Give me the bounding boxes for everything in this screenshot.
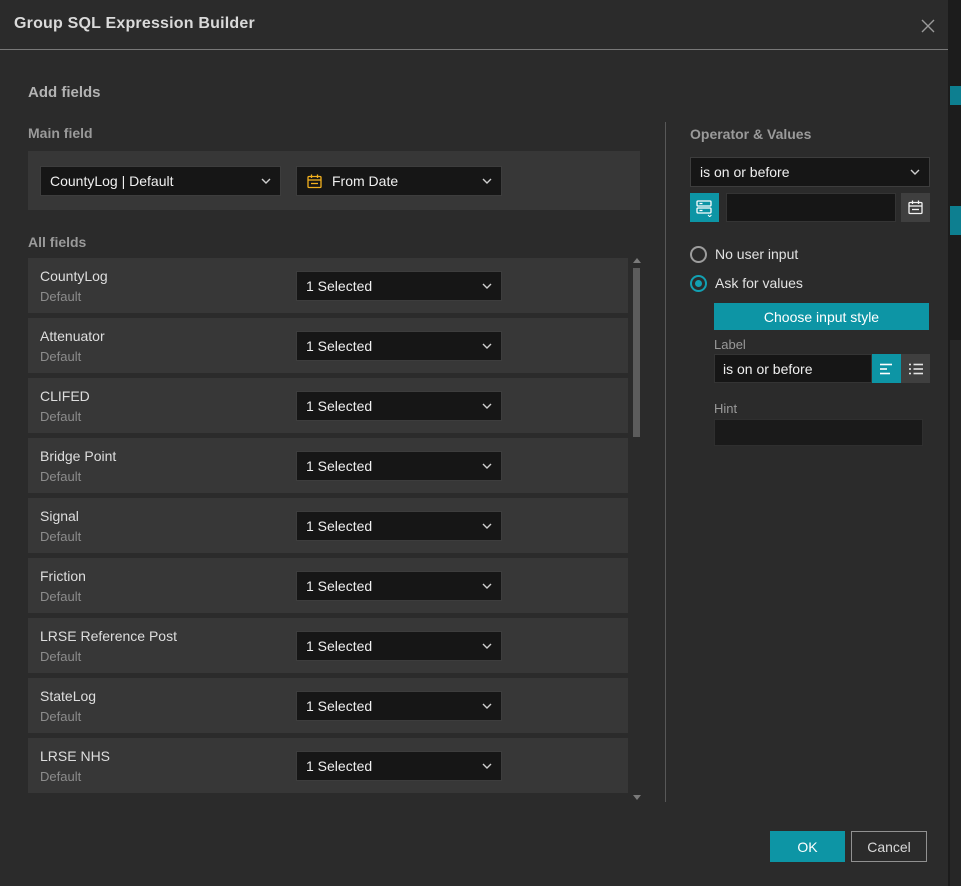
main-field-select-dropdown[interactable]: From Date xyxy=(296,166,502,196)
hint-caption: Hint xyxy=(714,401,737,416)
field-row-signal: Signal Default 1 Selected xyxy=(28,498,628,553)
list-icon xyxy=(908,362,924,376)
dialog-titlebar: Group SQL Expression Builder xyxy=(0,0,948,50)
label-caption: Label xyxy=(714,337,746,352)
group-sql-expression-builder-dialog: Group SQL Expression Builder Add fields … xyxy=(0,0,948,886)
operator-values-heading: Operator & Values xyxy=(690,126,811,142)
dialog-title: Group SQL Expression Builder xyxy=(14,15,255,33)
field-sublabel: Default xyxy=(40,769,81,784)
chevron-down-icon xyxy=(482,403,492,409)
field-sublabel: Default xyxy=(40,649,81,664)
chevron-down-icon xyxy=(482,283,492,289)
calendar-icon xyxy=(907,199,924,216)
radio-ask-for-values[interactable]: Ask for values xyxy=(690,274,803,292)
field-sublabel: Default xyxy=(40,589,81,604)
chevron-down-icon xyxy=(482,523,492,529)
field-row-attenuator: Attenuator Default 1 Selected xyxy=(28,318,628,373)
field-name: Friction xyxy=(40,568,86,584)
chevron-down-icon xyxy=(482,763,492,769)
radio-no-user-input-label: No user input xyxy=(715,246,798,262)
background-fragment xyxy=(950,340,961,886)
choose-input-style-button[interactable]: Choose input style xyxy=(714,303,929,330)
layer-select-dropdown[interactable]: CountyLog | Default xyxy=(40,166,281,196)
field-sublabel: Default xyxy=(40,409,81,424)
field-values-dropdown[interactable]: 1 Selected xyxy=(296,571,502,601)
main-field-select-value: From Date xyxy=(332,173,398,189)
field-name: CountyLog xyxy=(40,268,108,284)
field-values-dropdown[interactable]: 1 Selected xyxy=(296,451,502,481)
date-value-input[interactable] xyxy=(726,193,896,222)
scroll-up-arrow-icon[interactable] xyxy=(633,258,641,263)
radio-ask-for-values-label: Ask for values xyxy=(715,275,803,291)
cancel-button[interactable]: Cancel xyxy=(851,831,927,862)
all-fields-heading: All fields xyxy=(28,234,86,250)
main-field-heading: Main field xyxy=(28,125,93,141)
value-input-type-button[interactable] xyxy=(690,193,719,222)
field-row-friction: Friction Default 1 Selected xyxy=(28,558,628,613)
main-field-panel: CountyLog | Default From Date xyxy=(28,151,640,210)
field-sublabel: Default xyxy=(40,709,81,724)
calendar-icon xyxy=(306,173,323,190)
align-left-icon xyxy=(879,362,895,376)
scrollbar-thumb[interactable] xyxy=(633,268,640,437)
chevron-down-icon xyxy=(482,703,492,709)
chevron-down-icon xyxy=(261,178,271,184)
chevron-down-icon xyxy=(482,463,492,469)
layer-select-value: CountyLog | Default xyxy=(50,173,174,189)
input-style-list-button[interactable] xyxy=(901,354,930,383)
label-input[interactable] xyxy=(714,354,872,383)
radio-no-user-input[interactable]: No user input xyxy=(690,245,798,263)
scroll-down-arrow-icon[interactable] xyxy=(633,795,641,800)
field-row-clifed: CLIFED Default 1 Selected xyxy=(28,378,628,433)
field-values-dropdown[interactable]: 1 Selected xyxy=(296,331,502,361)
close-button[interactable] xyxy=(914,12,942,40)
field-name: Signal xyxy=(40,508,79,524)
chevron-down-icon xyxy=(482,583,492,589)
close-icon xyxy=(918,16,938,36)
field-name: StateLog xyxy=(40,688,96,704)
input-style-text-button[interactable] xyxy=(872,354,901,383)
radio-checked-icon xyxy=(690,275,707,292)
ok-button[interactable]: OK xyxy=(770,831,845,862)
operator-select-value: is on or before xyxy=(700,164,790,180)
input-type-stack-icon xyxy=(695,198,714,217)
field-row-statelog: StateLog Default 1 Selected xyxy=(28,678,628,733)
field-name: CLIFED xyxy=(40,388,90,404)
background-fragment xyxy=(950,86,961,105)
radio-unchecked-icon xyxy=(690,246,707,263)
field-name: LRSE Reference Post xyxy=(40,628,177,644)
field-values-dropdown[interactable]: 1 Selected xyxy=(296,751,502,781)
panel-divider xyxy=(665,122,666,802)
background-fragment xyxy=(950,206,961,235)
field-sublabel: Default xyxy=(40,349,81,364)
chevron-down-icon xyxy=(482,343,492,349)
field-values-dropdown[interactable]: 1 Selected xyxy=(296,691,502,721)
field-name: Bridge Point xyxy=(40,448,116,464)
add-fields-heading: Add fields xyxy=(28,84,101,101)
field-row-countylog: CountyLog Default 1 Selected xyxy=(28,258,628,313)
field-sublabel: Default xyxy=(40,289,81,304)
field-values-dropdown[interactable]: 1 Selected xyxy=(296,271,502,301)
background-app-strip xyxy=(948,0,961,886)
field-name: Attenuator xyxy=(40,328,105,344)
chevron-down-icon xyxy=(482,178,492,184)
operator-select-dropdown[interactable]: is on or before xyxy=(690,157,930,187)
field-row-lrse-reference-post: LRSE Reference Post Default 1 Selected xyxy=(28,618,628,673)
chevron-down-icon xyxy=(910,169,920,175)
field-row-bridge-point: Bridge Point Default 1 Selected xyxy=(28,438,628,493)
hint-input[interactable] xyxy=(714,419,923,446)
field-values-dropdown[interactable]: 1 Selected xyxy=(296,391,502,421)
field-name: LRSE NHS xyxy=(40,748,110,764)
chevron-down-icon xyxy=(482,643,492,649)
field-sublabel: Default xyxy=(40,529,81,544)
field-values-dropdown[interactable]: 1 Selected xyxy=(296,511,502,541)
field-row-lrse-nhs: LRSE NHS Default 1 Selected xyxy=(28,738,628,793)
list-scrollbar[interactable] xyxy=(632,256,641,802)
date-picker-button[interactable] xyxy=(901,193,930,222)
field-sublabel: Default xyxy=(40,469,81,484)
field-values-dropdown[interactable]: 1 Selected xyxy=(296,631,502,661)
